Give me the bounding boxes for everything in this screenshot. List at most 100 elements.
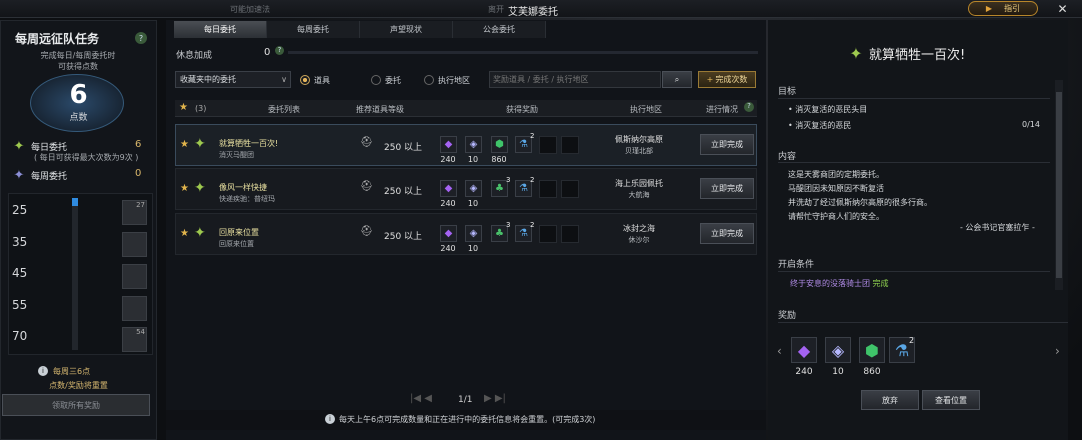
star-icon[interactable]: ★ xyxy=(180,228,189,239)
table-header xyxy=(175,100,757,117)
reset-note-2: 点数/奖励将重置 xyxy=(49,381,108,390)
radio-region-label: 执行地区 xyxy=(438,76,470,85)
close-icon[interactable]: ✕ xyxy=(1055,1,1070,16)
reset-note-1: 每周三6点 xyxy=(53,367,91,376)
rest-bonus-bar xyxy=(288,51,758,54)
radio-region[interactable] xyxy=(424,75,434,85)
favorites-dropdown[interactable]: 收藏夹中的委托 ∨ xyxy=(175,71,291,88)
empty-slot xyxy=(561,136,579,154)
abandon-button[interactable]: 放弃 xyxy=(861,390,919,410)
helmet-icon: ⛑ xyxy=(360,137,373,148)
view-location-button[interactable]: 查看位置 xyxy=(922,390,980,410)
level-35: 35 xyxy=(12,235,28,249)
tab-weekly[interactable]: 每周委托 xyxy=(267,21,360,38)
divider xyxy=(778,162,1050,163)
search-icon: ⌕ xyxy=(674,74,680,84)
reward-count: 2 xyxy=(530,132,535,140)
claim-all-button[interactable]: 领取所有奖励 xyxy=(2,394,150,416)
daily-emblem-icon: ✦ xyxy=(194,136,206,152)
fav-count: (3) xyxy=(195,104,207,113)
weekly-label: 每周委托 xyxy=(31,172,68,182)
region-sub: 贝瑾北部 xyxy=(625,147,653,155)
weekly-value: 0 xyxy=(135,168,142,179)
level-reward-box[interactable]: 54 xyxy=(122,327,147,352)
search-input[interactable] xyxy=(489,71,661,88)
header-reward: 获得奖励 xyxy=(506,105,538,114)
empty-slot xyxy=(561,225,579,243)
first-page-icon[interactable]: |◀ ◀ xyxy=(410,393,432,404)
condition-text: 终于安息的没落骑士团 完成 xyxy=(790,279,889,288)
pagination: 1/1 xyxy=(458,395,473,405)
required-level: 250 以上 xyxy=(384,232,423,242)
daily-emblem-icon: ✦ xyxy=(849,43,863,63)
tab-reputation[interactable]: 声望现状 xyxy=(360,21,453,38)
header-region: 执行地区 xyxy=(630,105,662,114)
table-row[interactable]: ★ ✦ 就算牺牲一百次! 消灭马醍团 ⛑ 250 以上 ◆ 240 ◈ 10 ⬢ 860 ⚗ 2 佩斯纳尔高… xyxy=(175,124,757,166)
empty-slot xyxy=(561,180,579,198)
reward-count: 2 xyxy=(530,221,535,229)
goal-label: 目标 xyxy=(778,87,797,97)
tab-daily[interactable]: 每日委托 xyxy=(174,21,267,38)
next-arrow-icon[interactable]: › xyxy=(1055,344,1060,358)
info-icon: i xyxy=(325,414,335,424)
complete-now-button[interactable]: 立即完成 xyxy=(700,178,754,199)
silver-gem-icon[interactable]: ◈ xyxy=(465,225,482,242)
silver-gem-icon[interactable]: ◈ xyxy=(465,180,482,197)
content-text: 这是天雾商团的定期委托。 马醍团因未知原因不断复活 并洗劫了经过佩斯纳尔高原的很… xyxy=(788,170,932,221)
radio-quest-label: 委托 xyxy=(385,76,401,85)
search-button[interactable]: ⌕ xyxy=(662,71,692,88)
required-level: 250 以上 xyxy=(384,143,423,153)
green-crystal-icon[interactable]: ⬢ xyxy=(859,337,885,363)
daily-emblem-icon: ✦ xyxy=(13,138,25,154)
level-45: 45 xyxy=(12,266,28,280)
purple-crystal-icon[interactable]: ◆ xyxy=(440,180,457,197)
rest-bonus-label: 休息加成 xyxy=(176,51,213,61)
region-name: 海上乐园佩托 xyxy=(615,179,663,188)
level-reward-box[interactable] xyxy=(122,296,147,321)
plus-icon: + xyxy=(706,75,714,84)
required-level: 250 以上 xyxy=(384,187,423,197)
purple-crystal-icon[interactable]: ◆ xyxy=(440,136,457,153)
status-help-icon[interactable]: ? xyxy=(744,102,754,112)
complete-now-button[interactable]: 立即完成 xyxy=(700,223,754,244)
reward-count: 240 xyxy=(795,367,813,377)
silver-gem-icon[interactable]: ◈ xyxy=(825,337,851,363)
reward-count: 3 xyxy=(506,176,511,184)
region-sub: 大航海 xyxy=(628,191,650,199)
radio-item[interactable] xyxy=(300,75,310,85)
guide-button[interactable]: ▶ 指引 xyxy=(968,1,1038,16)
green-crystal-icon[interactable]: ⬢ xyxy=(491,136,508,153)
play-icon: ▶ xyxy=(985,4,993,13)
helmet-icon: ⛑ xyxy=(360,226,373,237)
silver-gem-icon[interactable]: ◈ xyxy=(465,136,482,153)
empty-slot xyxy=(539,180,557,198)
complete-count-button[interactable]: + 完成次数 xyxy=(698,71,756,88)
prev-arrow-icon[interactable]: ‹ xyxy=(777,344,782,358)
star-icon[interactable]: ★ xyxy=(180,139,189,150)
last-page-icon[interactable]: ▶ ▶| xyxy=(484,393,506,404)
star-icon[interactable]: ★ xyxy=(180,183,189,194)
complete-now-button[interactable]: 立即完成 xyxy=(700,134,754,155)
tab-guild[interactable]: 公会委托 xyxy=(453,21,546,38)
tab-bar: 每日委托 每周委托 声望现状 公会委托 xyxy=(174,21,546,38)
level-reward-box[interactable]: 27 xyxy=(122,200,147,225)
radio-quest[interactable] xyxy=(371,75,381,85)
empty-slot xyxy=(539,136,557,154)
chevron-down-icon: ∨ xyxy=(281,75,287,84)
help-icon[interactable]: ? xyxy=(135,32,147,44)
table-row[interactable]: ★ ✦ 像风一样快捷 快递疾驰：普纽玛 ⛑ 250 以上 ◆ 240 ◈ 10 ♣ 3 ⚗ 2 海上乐园佩托… xyxy=(175,168,757,210)
rest-help-icon[interactable]: ? xyxy=(275,46,284,55)
reward-count: 860 xyxy=(491,155,507,164)
level-reward-box[interactable] xyxy=(122,232,147,257)
signature: - 公会书记官塞拉乍 - xyxy=(960,223,1035,232)
divider xyxy=(778,322,1068,323)
table-row[interactable]: ★ ✦ 回原来位置 回原来位置 ⛑ 250 以上 ◆ 240 ◈ 10 ♣ 3 ⚗ 2 冰封之海 休沙尔 立即完… xyxy=(175,213,757,255)
header-level: 推荐道具等级 xyxy=(356,105,404,114)
divider xyxy=(778,98,1050,99)
daily-value: 6 xyxy=(135,139,142,150)
scrollbar-thumb[interactable] xyxy=(1056,92,1062,278)
purple-crystal-icon[interactable]: ◆ xyxy=(440,225,457,242)
level-reward-box[interactable] xyxy=(122,264,147,289)
reward-count: 10 xyxy=(832,367,844,377)
purple-crystal-icon[interactable]: ◆ xyxy=(791,337,817,363)
